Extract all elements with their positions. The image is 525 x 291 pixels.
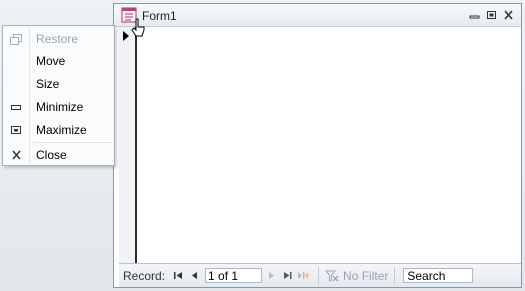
menu-item-label: Minimize — [36, 100, 84, 114]
navigation-separator — [318, 266, 320, 285]
filter-label: No Filter — [343, 268, 389, 283]
menu-item-close[interactable]: Close — [5, 144, 112, 166]
filter-indicator[interactable]: No Filter — [325, 269, 388, 283]
new-record-button[interactable] — [296, 269, 310, 283]
minimize-icon — [5, 96, 27, 118]
new-record-icon — [298, 272, 310, 279]
form-window: Form1 Record: 1 of 1 No Filter Search — [113, 3, 522, 288]
menu-item-size[interactable]: Size — [5, 73, 112, 95]
minimize-icon — [469, 15, 480, 19]
close-button[interactable] — [502, 9, 515, 21]
record-selector[interactable] — [119, 27, 137, 263]
menu-item-move[interactable]: Move — [5, 50, 112, 72]
first-record-button[interactable] — [171, 269, 185, 283]
first-record-icon — [173, 272, 182, 279]
next-record-icon — [268, 272, 274, 279]
form-titlebar[interactable]: Form1 — [114, 4, 521, 27]
current-record-field[interactable]: 1 of 1 — [205, 268, 263, 283]
no-filter-icon — [325, 270, 339, 282]
current-record-arrow-icon — [123, 31, 129, 41]
record-label: Record: — [123, 268, 166, 283]
menu-item-label: Maximize — [36, 123, 87, 137]
form-detail-area[interactable] — [137, 27, 521, 263]
mouse-cursor-icon — [131, 18, 145, 37]
restore-icon — [5, 28, 27, 50]
last-record-button[interactable] — [280, 269, 294, 283]
restore-icon — [487, 11, 496, 19]
navigation-separator — [394, 266, 396, 285]
window-system-menu: Restore Move Size Minimize Maximize Clos… — [2, 25, 115, 166]
previous-record-icon — [191, 272, 197, 279]
menu-item-label: Move — [36, 54, 66, 68]
record-navigation-bar: Record: 1 of 1 No Filter Search — [119, 263, 521, 287]
close-icon — [5, 144, 27, 166]
last-record-icon — [283, 272, 292, 279]
form-title: Form1 — [142, 9, 177, 23]
close-icon — [504, 10, 513, 20]
menu-item-minimize[interactable]: Minimize — [5, 96, 112, 118]
maximize-icon — [5, 119, 27, 141]
search-input[interactable]: Search — [403, 268, 474, 283]
menu-item-label: Size — [36, 77, 60, 91]
menu-item-label: Close — [36, 148, 67, 162]
menu-item-maximize[interactable]: Maximize — [5, 119, 112, 141]
menu-separator — [33, 142, 112, 143]
menu-item-label: Restore — [36, 32, 79, 46]
previous-record-button[interactable] — [187, 269, 201, 283]
menu-item-restore[interactable]: Restore — [5, 28, 112, 50]
next-record-button[interactable] — [264, 269, 278, 283]
minimize-button[interactable] — [468, 9, 481, 21]
restore-button[interactable] — [485, 9, 498, 21]
